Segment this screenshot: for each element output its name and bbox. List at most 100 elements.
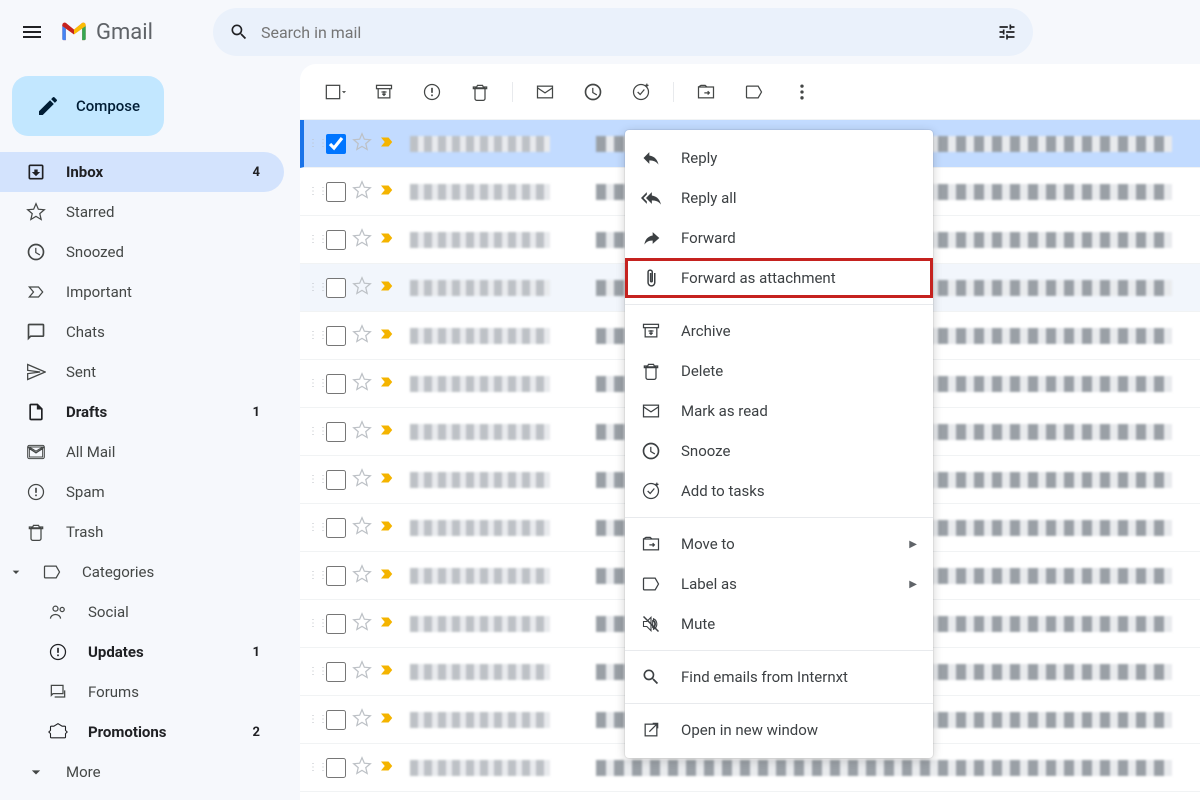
select-all-checkbox[interactable] (316, 72, 356, 112)
drag-handle-icon[interactable]: ⋮⋮ (308, 330, 320, 341)
sidebar-item-categories[interactable]: Categories (0, 552, 284, 592)
drag-handle-icon[interactable]: ⋮⋮ (308, 522, 320, 533)
important-marker-icon[interactable] (378, 709, 396, 731)
star-icon[interactable] (352, 660, 372, 684)
row-checkbox[interactable] (326, 470, 346, 490)
labels-button[interactable] (734, 72, 774, 112)
star-icon[interactable] (352, 180, 372, 204)
mark-read-button[interactable] (525, 72, 565, 112)
menu-item-forward-as-attachment[interactable]: Forward as attachment (625, 258, 933, 298)
important-marker-icon[interactable] (378, 565, 396, 587)
important-marker-icon[interactable] (378, 229, 396, 251)
menu-item-find-emails-from-internxt[interactable]: Find emails from Internxt (625, 657, 933, 697)
important-marker-icon[interactable] (378, 373, 396, 395)
sidebar-item-all-mail[interactable]: All Mail (0, 432, 284, 472)
sidebar-item-sent[interactable]: Sent (0, 352, 284, 392)
row-checkbox[interactable] (326, 710, 346, 730)
main-menu-button[interactable] (8, 8, 56, 56)
email-row[interactable]: ⋮⋮ (300, 792, 1200, 800)
important-marker-icon[interactable] (378, 469, 396, 491)
row-checkbox[interactable] (326, 230, 346, 250)
sidebar-item-trash[interactable]: Trash (0, 512, 284, 552)
important-marker-icon[interactable] (378, 325, 396, 347)
menu-item-reply-all[interactable]: Reply all (625, 178, 933, 218)
star-icon[interactable] (352, 420, 372, 444)
important-marker-icon[interactable] (378, 421, 396, 443)
drag-handle-icon[interactable]: ⋮⋮ (308, 186, 320, 197)
drag-handle-icon[interactable]: ⋮⋮ (308, 714, 320, 725)
menu-item-add-to-tasks[interactable]: Add to tasks (625, 471, 933, 511)
star-icon[interactable] (352, 228, 372, 252)
drag-handle-icon[interactable]: ⋮⋮ (308, 378, 320, 389)
sidebar-item-more[interactable]: More (0, 752, 284, 792)
drag-handle-icon[interactable]: ⋮⋮ (308, 138, 320, 149)
sidebar-item-snoozed[interactable]: Snoozed (0, 232, 284, 272)
sidebar-item-chats[interactable]: Chats (0, 312, 284, 352)
menu-item-open-in-new-window[interactable]: Open in new window (625, 710, 933, 750)
menu-item-delete[interactable]: Delete (625, 351, 933, 391)
row-checkbox[interactable] (326, 662, 346, 682)
move-to-button[interactable] (686, 72, 726, 112)
star-icon[interactable] (352, 612, 372, 636)
star-icon[interactable] (352, 324, 372, 348)
archive-button[interactable] (364, 72, 404, 112)
drag-handle-icon[interactable]: ⋮⋮ (308, 570, 320, 581)
gmail-logo[interactable]: Gmail (60, 18, 153, 46)
important-marker-icon[interactable] (378, 661, 396, 683)
search-input[interactable] (261, 23, 985, 42)
sidebar-item-starred[interactable]: Starred (0, 192, 284, 232)
drag-handle-icon[interactable]: ⋮⋮ (308, 282, 320, 293)
menu-item-mute[interactable]: Mute (625, 604, 933, 644)
row-checkbox[interactable] (326, 278, 346, 298)
drag-handle-icon[interactable]: ⋮⋮ (308, 618, 320, 629)
drag-handle-icon[interactable]: ⋮⋮ (308, 762, 320, 773)
add-to-tasks-button[interactable] (621, 72, 661, 112)
row-checkbox[interactable] (326, 422, 346, 442)
drag-handle-icon[interactable]: ⋮⋮ (308, 234, 320, 245)
sidebar-item-forums[interactable]: Forums (0, 672, 284, 712)
search-options-icon[interactable] (997, 22, 1017, 42)
important-marker-icon[interactable] (378, 757, 396, 779)
row-checkbox[interactable] (326, 134, 346, 154)
row-checkbox[interactable] (326, 326, 346, 346)
row-checkbox[interactable] (326, 374, 346, 394)
menu-item-forward[interactable]: Forward (625, 218, 933, 258)
star-icon[interactable] (352, 468, 372, 492)
important-marker-icon[interactable] (378, 133, 396, 155)
row-checkbox[interactable] (326, 182, 346, 202)
drag-handle-icon[interactable]: ⋮⋮ (308, 426, 320, 437)
report-spam-button[interactable] (412, 72, 452, 112)
row-checkbox[interactable] (326, 758, 346, 778)
menu-item-move-to[interactable]: Move to▶ (625, 524, 933, 564)
sidebar-item-social[interactable]: Social (0, 592, 284, 632)
drag-handle-icon[interactable]: ⋮⋮ (308, 474, 320, 485)
sidebar-item-drafts[interactable]: Drafts1 (0, 392, 284, 432)
sidebar-item-inbox[interactable]: Inbox4 (0, 152, 284, 192)
important-marker-icon[interactable] (378, 181, 396, 203)
important-marker-icon[interactable] (378, 517, 396, 539)
row-checkbox[interactable] (326, 566, 346, 586)
row-checkbox[interactable] (326, 614, 346, 634)
star-icon[interactable] (352, 564, 372, 588)
snooze-button[interactable] (573, 72, 613, 112)
menu-item-reply[interactable]: Reply (625, 138, 933, 178)
delete-button[interactable] (460, 72, 500, 112)
star-icon[interactable] (352, 372, 372, 396)
sidebar-item-updates[interactable]: Updates1 (0, 632, 284, 672)
sidebar-item-promotions[interactable]: Promotions2 (0, 712, 284, 752)
more-button[interactable] (782, 72, 822, 112)
sidebar-item-important[interactable]: Important (0, 272, 284, 312)
important-marker-icon[interactable] (378, 613, 396, 635)
sidebar-item-spam[interactable]: Spam (0, 472, 284, 512)
star-icon[interactable] (352, 708, 372, 732)
compose-button[interactable]: Compose (12, 76, 164, 136)
search-bar[interactable] (213, 8, 1033, 56)
menu-item-snooze[interactable]: Snooze (625, 431, 933, 471)
important-marker-icon[interactable] (378, 277, 396, 299)
star-icon[interactable] (352, 756, 372, 780)
star-icon[interactable] (352, 276, 372, 300)
menu-item-mark-as-read[interactable]: Mark as read (625, 391, 933, 431)
menu-item-label-as[interactable]: Label as▶ (625, 564, 933, 604)
menu-item-archive[interactable]: Archive (625, 311, 933, 351)
star-icon[interactable] (352, 132, 372, 156)
